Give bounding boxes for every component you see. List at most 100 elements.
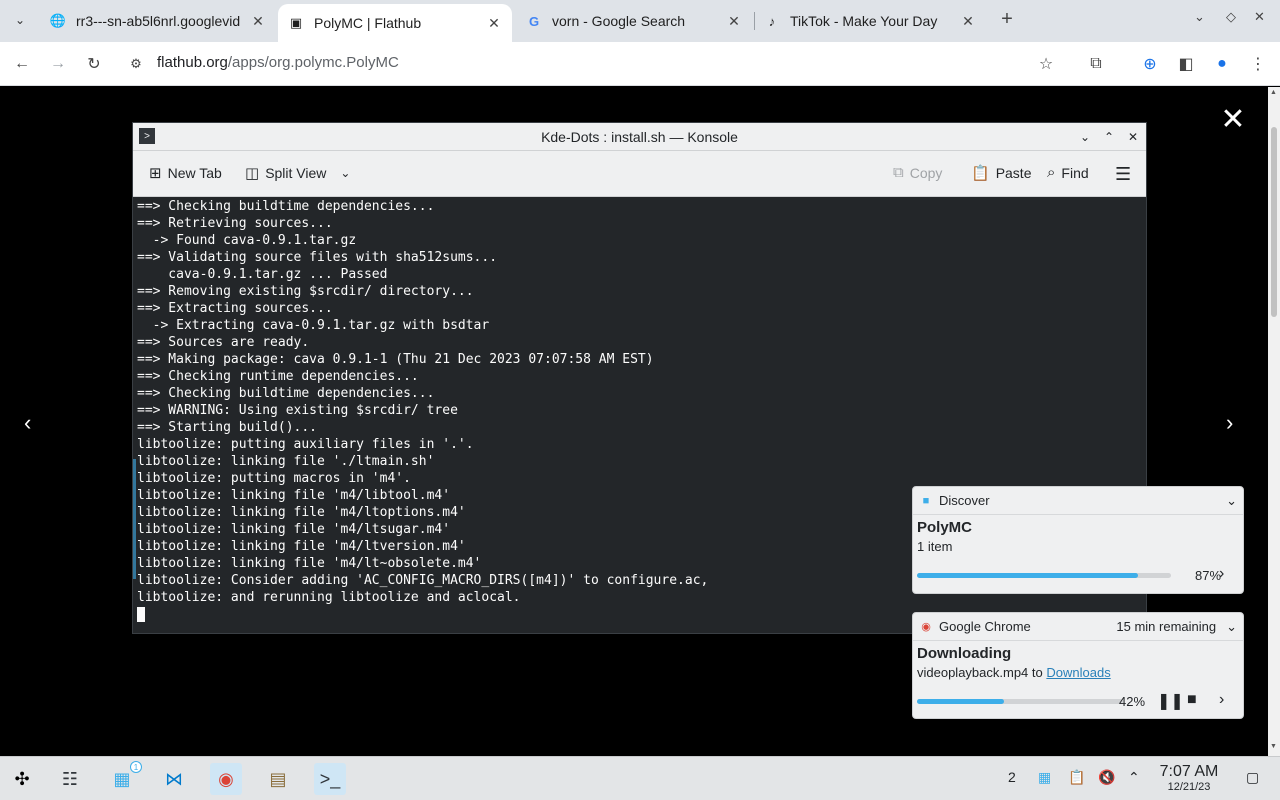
vscode-icon[interactable]: ⋈: [158, 763, 190, 795]
terminal-cursor: [137, 607, 145, 622]
forward-icon[interactable]: →: [46, 52, 70, 76]
download-icon[interactable]: ⊕: [1138, 52, 1162, 76]
notification-title: Downloading: [917, 645, 1012, 662]
taskbar: ✣ ☷ ▦ 1 ⋈ ◉ ▤ >_ 2 ▦ 📋 🔇 ⌃ ▢: [0, 756, 1280, 800]
close-icon[interactable]: ✕: [250, 13, 266, 29]
tray-discover-icon[interactable]: ▦: [1038, 769, 1051, 786]
close-icon[interactable]: ✕: [486, 15, 502, 31]
globe-icon: 🌐: [49, 13, 67, 28]
chevron-down-icon[interactable]: ⌄: [340, 166, 350, 180]
notification-app-name: Google Chrome: [939, 619, 1031, 634]
notification-app-name: Discover: [939, 493, 990, 508]
chevron-down-icon[interactable]: ⌄: [1194, 9, 1205, 25]
terminal-icon: >: [139, 128, 155, 144]
clipboard-icon[interactable]: 📋: [1068, 769, 1085, 786]
url-host: flathub.org: [157, 54, 228, 71]
menu-dots-icon[interactable]: ⋮: [1246, 52, 1270, 76]
konsole-icon[interactable]: >_: [314, 763, 346, 795]
paste-button[interactable]: 📋 Paste: [971, 164, 1032, 182]
tab-google-search[interactable]: G vorn - Google Search ✕: [516, 4, 752, 38]
close-icon[interactable]: ✕: [1125, 129, 1141, 145]
reload-icon[interactable]: ↻: [82, 52, 106, 76]
application-launcher-icon[interactable]: ✣: [6, 763, 38, 795]
notification-title: PolyMC: [917, 519, 973, 536]
tiktok-icon: ♪: [768, 13, 776, 29]
tab-search-button[interactable]: ⌄: [8, 8, 32, 32]
volume-muted-icon[interactable]: 🔇: [1098, 769, 1115, 786]
system-settings-icon[interactable]: ☷: [54, 763, 86, 795]
downloads-link[interactable]: Downloads: [1046, 665, 1110, 680]
next-image-icon[interactable]: ›: [1226, 410, 1233, 436]
minimize-icon[interactable]: ◇: [1226, 9, 1236, 25]
notification-body: 1 item: [917, 539, 953, 554]
google-icon: G: [528, 13, 540, 29]
new-tab-button[interactable]: +: [996, 8, 1018, 30]
chevron-down-icon[interactable]: ⌄: [1226, 619, 1237, 635]
new-tab-label: New Tab: [167, 165, 222, 181]
search-icon: ⌕: [1047, 164, 1056, 181]
previous-image-icon[interactable]: ‹: [24, 410, 31, 436]
discover-icon[interactable]: ▦ 1: [106, 761, 142, 795]
bookmark-star-icon[interactable]: ☆: [1034, 52, 1058, 76]
address-bar[interactable]: flathub.org/apps/org.polymc.PolyMC: [157, 54, 399, 71]
konsole-toolbar: ⊞ New Tab ◫ Split View ⌄ ⧉ Copy 📋 Paste …: [133, 151, 1146, 197]
split-view-button[interactable]: ◫ Split View ⌄: [245, 164, 350, 182]
window-title: Kde-Dots : install.sh — Konsole: [541, 128, 738, 145]
chrome-download-notification[interactable]: ◉ Google Chrome 15 min remaining ⌄ Downl…: [912, 612, 1244, 719]
tab-flathub[interactable]: ▣ PolyMC | Flathub ✕: [278, 4, 512, 42]
profile-icon[interactable]: ●: [1210, 52, 1234, 76]
tray-expand-icon[interactable]: ⌃: [1128, 769, 1140, 786]
minimize-icon[interactable]: ⌄: [1077, 129, 1093, 145]
new-tab-button[interactable]: ⊞ New Tab: [149, 164, 222, 182]
close-icon[interactable]: ✕: [960, 13, 976, 29]
stop-icon[interactable]: ■: [1187, 691, 1197, 709]
download-progress-bar: [917, 699, 1123, 704]
pause-icon[interactable]: ❚❚: [1157, 691, 1184, 711]
tab-title: rr3---sn-ab5l6nrl.googlevid: [76, 13, 241, 29]
site-info-icon[interactable]: ⚙: [124, 52, 148, 76]
chevron-down-icon[interactable]: ⌄: [1226, 493, 1237, 509]
close-window-icon[interactable]: ✕: [1254, 9, 1265, 25]
split-view-icon: ◫: [245, 165, 260, 182]
notification-header: ■ Discover ⌄: [913, 487, 1243, 515]
time-remaining: 15 min remaining: [1116, 619, 1217, 634]
tray-count-icon[interactable]: 2: [1008, 769, 1016, 785]
konsole-titlebar[interactable]: > Kde-Dots : install.sh — Konsole ⌄ ⌃ ✕: [133, 123, 1146, 151]
new-tab-icon: ⊞: [149, 165, 162, 182]
installer-icon[interactable]: ▤: [262, 763, 294, 795]
extensions-icon[interactable]: ⧉: [1084, 52, 1108, 76]
maximize-icon[interactable]: ⌃: [1101, 129, 1117, 145]
hamburger-menu-icon[interactable]: ☰: [1115, 164, 1131, 185]
chrome-icon[interactable]: ◉: [210, 763, 242, 795]
scrollbar-thumb[interactable]: [1271, 127, 1277, 317]
terminal-marker: [133, 459, 136, 579]
chevron-right-icon[interactable]: ›: [1219, 691, 1224, 709]
tab-title: vorn - Google Search: [552, 13, 686, 29]
clock-date: 12/21/23: [1167, 781, 1211, 793]
close-icon[interactable]: ✕: [726, 13, 742, 29]
copy-label: Copy: [909, 164, 943, 181]
copy-button[interactable]: ⧉ Copy: [893, 164, 942, 181]
paste-label: Paste: [995, 165, 1032, 181]
back-icon[interactable]: ←: [10, 52, 34, 76]
find-button[interactable]: ⌕ Find: [1047, 164, 1089, 181]
chrome-icon: ◉: [921, 621, 931, 633]
badge-count: 1: [130, 761, 142, 773]
tab-tiktok[interactable]: ♪ TikTok - Make Your Day ✕: [754, 4, 986, 38]
split-view-label: Split View: [265, 165, 327, 181]
side-panel-icon[interactable]: ◧: [1174, 52, 1198, 76]
lightbox-close-icon[interactable]: ✕: [1218, 103, 1248, 136]
page-scrollbar[interactable]: ▲ ▼: [1268, 87, 1280, 756]
scroll-down-icon[interactable]: ▼: [1270, 743, 1277, 750]
scroll-up-icon[interactable]: ▲: [1270, 89, 1277, 96]
paste-icon: 📋: [971, 165, 990, 182]
show-desktop-icon[interactable]: ▢: [1246, 769, 1259, 786]
chevron-right-icon[interactable]: ›: [1219, 565, 1224, 583]
progress-fill: [917, 573, 1138, 578]
discover-notification[interactable]: ■ Discover ⌄ PolyMC 1 item 87% ›: [912, 486, 1244, 594]
tab-video[interactable]: 🌐 rr3---sn-ab5l6nrl.googlevid ✕: [40, 4, 276, 38]
flathub-icon: ▣: [289, 15, 303, 30]
progress-percent: 42%: [1119, 694, 1146, 709]
tab-title: PolyMC | Flathub: [314, 15, 422, 31]
clock[interactable]: 7:07 AM 12/21/23: [1150, 763, 1228, 793]
